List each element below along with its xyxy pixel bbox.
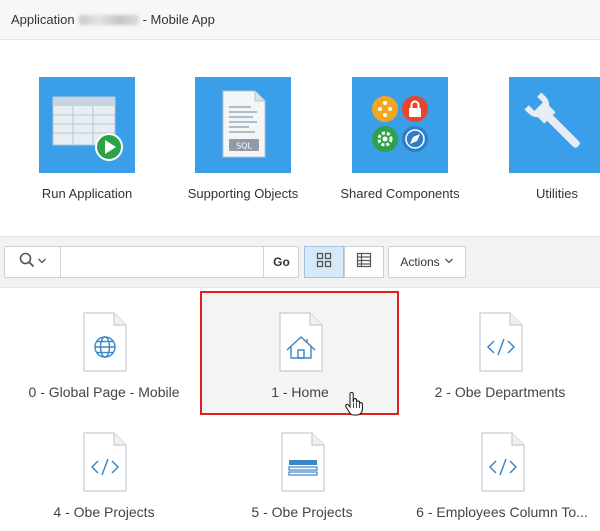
app-builder-tiles: Run Application SQL Supporting Objects S… [0, 41, 600, 231]
page-label: 5 - Obe Projects [251, 504, 353, 520]
icon-view-button[interactable] [304, 246, 344, 278]
tile-supporting-objects[interactable]: SQL Supporting Objects [173, 77, 313, 201]
page-label: 0 - Global Page - Mobile [28, 384, 180, 400]
tile-label: Utilities [536, 186, 578, 201]
page-item-2[interactable]: 2 - Obe Departments [400, 312, 600, 400]
app-title-suffix: - Mobile App [142, 12, 215, 27]
report-view-button[interactable] [344, 246, 384, 278]
tile-label: Shared Components [340, 186, 460, 201]
hand-cursor-icon [344, 391, 364, 416]
search-icon [19, 252, 35, 273]
utilities-icon [509, 77, 600, 173]
svg-text:SQL: SQL [236, 142, 252, 151]
tile-label: Supporting Objects [187, 186, 299, 201]
tile-run-application[interactable]: Run Application [17, 77, 157, 201]
actions-label: Actions [400, 255, 440, 269]
actions-menu-button[interactable]: Actions [388, 246, 466, 278]
page-item-5[interactable]: 5 - Obe Projects [202, 432, 402, 520]
search-bar: Go [4, 246, 299, 278]
globe-icon [80, 312, 128, 372]
chevron-down-icon [444, 255, 454, 269]
grid-view-icon [316, 252, 332, 273]
supporting-objects-icon: SQL [195, 77, 291, 173]
page-item-6[interactable]: 6 - Employees Column To... [402, 432, 600, 520]
code-icon [478, 432, 526, 492]
page-item-1[interactable]: 1 - Home [200, 312, 400, 400]
app-title-prefix: Application [11, 12, 75, 27]
page-label: 4 - Obe Projects [53, 504, 155, 520]
code-icon [80, 432, 128, 492]
chevron-down-icon [37, 253, 47, 271]
page-label: 6 - Employees Column To... [416, 504, 588, 520]
shared-components-icon [352, 77, 448, 173]
tile-utilities[interactable]: Utilities [487, 77, 600, 201]
page-label: 2 - Obe Departments [434, 384, 566, 400]
redacted-app-id [78, 14, 139, 25]
app-title-bar: Application - Mobile App [0, 0, 600, 40]
tile-label: Run Application [41, 186, 133, 201]
search-column-selector[interactable] [5, 247, 61, 277]
code-icon [476, 312, 524, 372]
go-button[interactable]: Go [263, 247, 299, 277]
pages-grid: 0 - Global Page - Mobile 1 - Home 2 - Ob… [0, 288, 600, 531]
form-icon [278, 432, 326, 492]
search-input[interactable] [62, 247, 262, 277]
tile-shared-components[interactable]: Shared Components [330, 77, 470, 201]
home-icon [276, 312, 324, 372]
run-application-icon [39, 77, 135, 173]
report-toolbar: Go Actions [0, 236, 600, 288]
table-view-icon [356, 252, 372, 273]
page-item-4[interactable]: 4 - Obe Projects [4, 432, 204, 520]
page-item-0[interactable]: 0 - Global Page - Mobile [4, 312, 204, 400]
page-label: 1 - Home [271, 384, 329, 400]
